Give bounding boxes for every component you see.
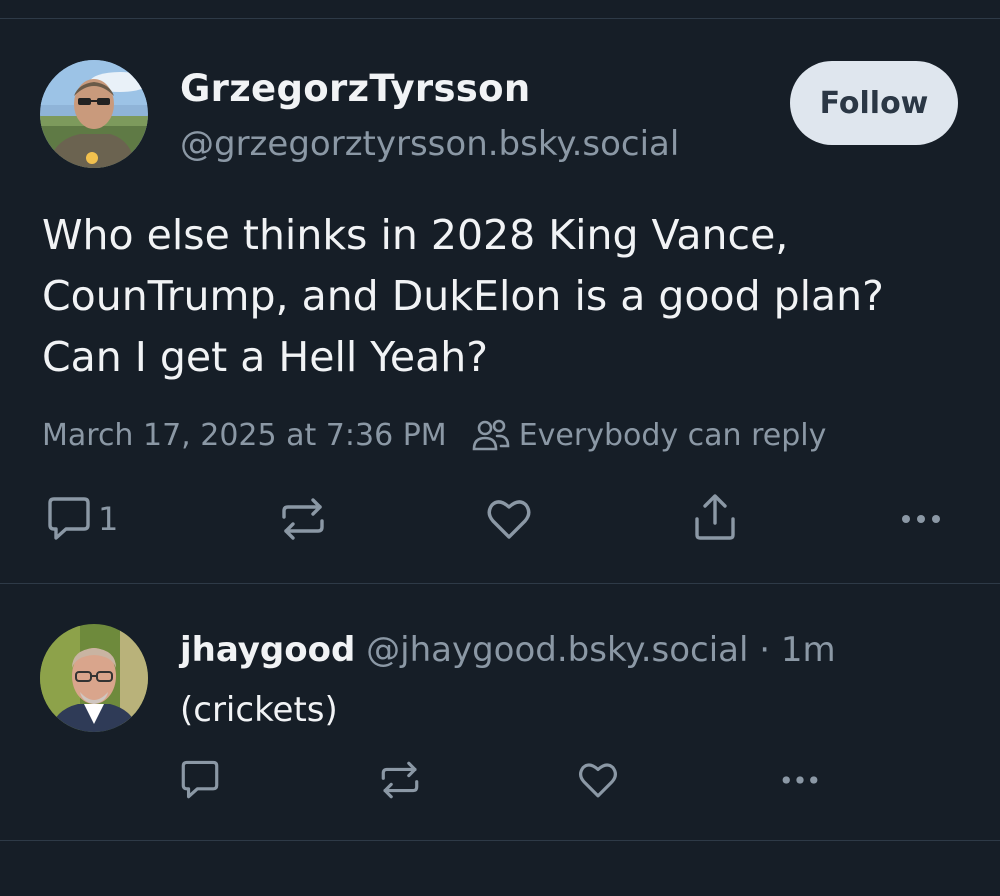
reply-icon — [44, 495, 94, 543]
repost-icon — [378, 758, 422, 802]
author-handle[interactable]: @grzegorztyrsson.bsky.social — [180, 124, 679, 164]
post-text-line: Who else thinks in 2028 King Vance, — [42, 211, 789, 259]
reply-separator: · — [759, 630, 771, 670]
reply-author-avatar[interactable] — [40, 624, 148, 732]
reply-button[interactable]: 1 — [44, 495, 118, 543]
reply-setting-label: Everybody can reply — [518, 417, 827, 453]
more-button[interactable] — [896, 495, 946, 543]
share-button[interactable] — [690, 491, 740, 543]
reply-divider — [0, 840, 1000, 841]
reply-header: jhaygood @jhaygood.bsky.social · 1m — [180, 630, 836, 670]
post-timestamp[interactable]: March 17, 2025 at 7:36 PM — [42, 418, 447, 453]
reply-count: 1 — [98, 500, 119, 538]
main-post: GrzegorzTyrsson @grzegorztyrsson.bsky.so… — [0, 19, 1000, 583]
like-button[interactable] — [484, 495, 534, 543]
post-text-line: Can I get a Hell Yeah? — [42, 333, 488, 381]
reply-time[interactable]: 1m — [781, 630, 836, 670]
reply-repost-button[interactable] — [378, 758, 422, 802]
like-icon — [576, 758, 620, 802]
more-icon — [896, 495, 946, 543]
follow-button[interactable]: Follow — [790, 61, 958, 145]
share-icon — [690, 491, 740, 543]
reply-more-button[interactable] — [776, 758, 824, 802]
post-meta: March 17, 2025 at 7:36 PM Everybody can … — [42, 417, 826, 453]
repost-icon — [278, 495, 328, 543]
post-text-line: CounTrump, and DukElon is a good plan? — [42, 272, 884, 320]
repost-button[interactable] — [278, 495, 328, 543]
post-text: Who else thinks in 2028 King Vance, Coun… — [42, 205, 972, 388]
reply-setting[interactable]: Everybody can reply — [471, 417, 827, 453]
people-icon — [471, 417, 511, 453]
reply-author-handle[interactable]: @jhaygood.bsky.social — [366, 630, 748, 670]
author-avatar[interactable] — [40, 60, 148, 168]
reply-author-name[interactable]: jhaygood — [180, 630, 355, 670]
reply-like-button[interactable] — [576, 758, 620, 802]
reply-reply-button[interactable] — [178, 758, 222, 802]
reply-icon — [178, 758, 222, 802]
more-icon — [776, 758, 824, 802]
like-icon — [484, 495, 534, 543]
author-display-name[interactable]: GrzegorzTyrsson — [180, 67, 530, 110]
post-divider — [0, 583, 1000, 584]
reply-text: (crickets) — [180, 690, 338, 730]
